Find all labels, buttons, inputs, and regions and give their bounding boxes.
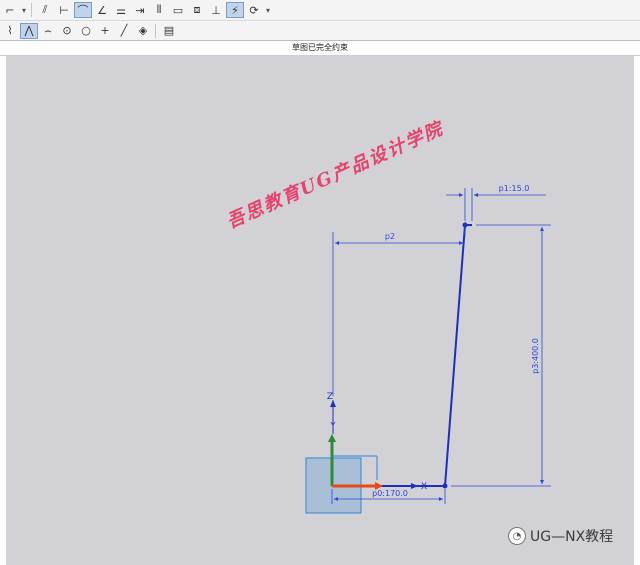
point-icon[interactable]: +	[96, 23, 114, 39]
circle-icon[interactable]: ⊙	[58, 23, 76, 39]
wechat-badge: ◔ UG—NX教程	[508, 526, 613, 546]
z-axis-label: Z	[327, 392, 333, 402]
x-axis-label: X	[421, 482, 427, 492]
animate-dimension-icon[interactable]: ⟳	[245, 2, 263, 18]
wechat-label-text: UG—NX教程	[530, 529, 614, 545]
status-bar: 草图已完全约束	[0, 41, 640, 56]
arc-icon[interactable]: ⌢	[39, 23, 57, 39]
dimension-p0-label[interactable]: p0:170.0	[372, 489, 408, 498]
sketch-toolbar-top: ⌐ ▾ ⫽ ⊢ ⌒ ∠ ⚌ ⇥ ⫴ ▭ ⧈ ⊥ ⚡ ⟳ ▾	[0, 0, 640, 21]
more-icon[interactable]: ▤	[160, 23, 178, 39]
separator	[155, 23, 156, 38]
sketch-canvas[interactable]: Z Y X p0:170.0 p2 p1:15.0 p3:400.0	[6, 56, 634, 565]
sketch-settings-icon[interactable]: ◈	[134, 23, 152, 39]
y-axis-label: Y	[330, 421, 336, 430]
sketch-profile[interactable]	[332, 222, 472, 489]
dimension-p2-label[interactable]: p2	[385, 232, 395, 241]
dimension-p3-label[interactable]: p3:400.0	[531, 338, 540, 374]
sketch-curve-toolbar: ⌇ ⋀ ⌢ ⊙ ○ + ╱ ◈ ▤	[0, 21, 640, 41]
graphics-viewport[interactable]: Z Y X p0:170.0 p2 p1:15.0 p3:400.0	[6, 56, 634, 565]
trim-icon[interactable]: ⫽	[36, 2, 54, 18]
pattern-icon[interactable]: ⚌	[112, 2, 130, 18]
dimension-p2[interactable]	[332, 222, 466, 396]
offset-icon[interactable]: ⧈	[188, 2, 206, 18]
mirror-icon[interactable]: ⫴	[150, 2, 168, 18]
show-constraints-icon[interactable]: ⚡	[226, 2, 244, 18]
sketch-icon[interactable]: ⌐	[1, 2, 19, 18]
rectangle-icon[interactable]: ▭	[169, 2, 187, 18]
wechat-icon: ◔	[508, 527, 526, 545]
dropdown-icon[interactable]: ▾	[20, 2, 28, 18]
dimension-icon[interactable]: ⊢	[55, 2, 73, 18]
fillet-icon[interactable]: ⌒	[74, 2, 92, 18]
polyline-icon[interactable]: ⋀	[20, 22, 38, 39]
angle-icon[interactable]: ∠	[93, 2, 111, 18]
line-icon[interactable]: ╱	[115, 23, 133, 39]
constraint-icon[interactable]: ⊥	[207, 2, 225, 18]
extend-icon[interactable]: ⇥	[131, 2, 149, 18]
profile-icon[interactable]: ⌇	[1, 23, 19, 39]
separator	[31, 3, 32, 17]
dimension-p1[interactable]	[446, 188, 546, 221]
ellipse-icon[interactable]: ○	[77, 23, 95, 39]
dimension-p1-label[interactable]: p1:15.0	[499, 184, 530, 193]
dropdown-icon[interactable]: ▾	[264, 2, 272, 18]
